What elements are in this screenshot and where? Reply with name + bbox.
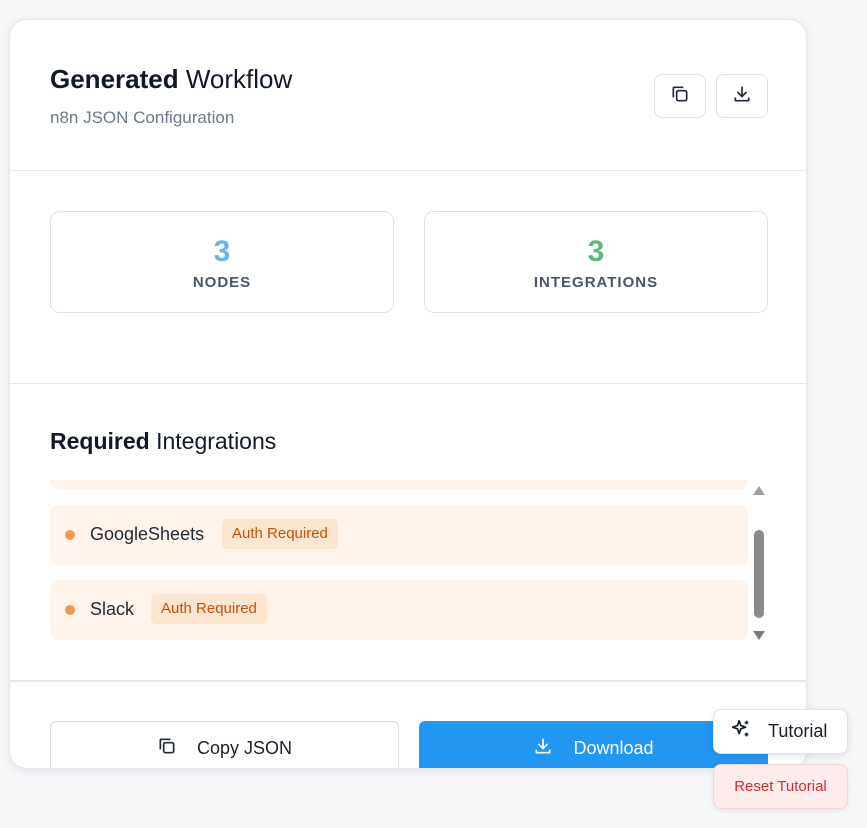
page-title: Generated Workflow [50, 62, 292, 96]
copy-icon [670, 84, 690, 109]
stat-integrations-label: INTEGRATIONS [533, 274, 659, 291]
download-icon [533, 736, 553, 761]
stat-integrations: 3 INTEGRATIONS [424, 211, 768, 313]
sparkles-icon [730, 718, 752, 745]
list-item: Slack Auth Required [50, 580, 748, 640]
status-dot [65, 605, 75, 615]
copy-icon-button[interactable] [654, 74, 706, 118]
reset-tutorial-button[interactable]: Reset Tutorial [713, 764, 848, 809]
stat-nodes-value: 3 [213, 235, 231, 268]
scrollbar-thumb[interactable] [754, 530, 764, 618]
stats-section: 3 NODES 3 INTEGRATIONS [10, 171, 806, 384]
stat-nodes: 3 NODES [50, 211, 394, 313]
copy-json-label: Copy JSON [196, 737, 293, 758]
integration-name: Slack [90, 599, 135, 619]
section-title: Required Integrations [50, 428, 276, 455]
page-subtitle: n8n JSON Configuration [50, 108, 235, 127]
download-icon [732, 84, 752, 109]
title-bold: Generated [50, 64, 179, 94]
stat-nodes-label: NODES [192, 274, 252, 291]
scroll-up-arrow[interactable] [753, 486, 765, 495]
card-header: Generated Workflow n8n JSON Configuratio… [10, 20, 806, 171]
status-dot [65, 530, 75, 540]
download-icon-button[interactable] [716, 74, 768, 118]
copy-json-button[interactable]: Copy JSON [50, 721, 399, 768]
integration-name: GoogleSheets [90, 524, 205, 544]
footer-divider [10, 680, 806, 682]
section-title-rest: Integrations [156, 428, 277, 454]
download-label: Download [573, 737, 654, 758]
stat-integrations-value: 3 [587, 235, 605, 268]
scrollbar[interactable] [751, 484, 767, 640]
scroll-down-arrow[interactable] [753, 631, 765, 640]
tutorial-label: Tutorial [768, 721, 828, 741]
list-item [50, 480, 748, 489]
list-item: GoogleSheets Auth Required [50, 505, 748, 565]
status-badge: Auth Required [151, 594, 267, 624]
integrations-list[interactable]: GoogleSheets Auth Required Slack Auth Re… [50, 480, 750, 640]
title-rest: Workflow [185, 64, 293, 94]
section-title-bold: Required [50, 428, 150, 454]
tutorial-button[interactable]: Tutorial [713, 709, 848, 754]
workflow-card: Generated Workflow n8n JSON Configuratio… [9, 19, 807, 769]
copy-icon [157, 736, 177, 761]
status-badge: Auth Required [222, 519, 338, 549]
